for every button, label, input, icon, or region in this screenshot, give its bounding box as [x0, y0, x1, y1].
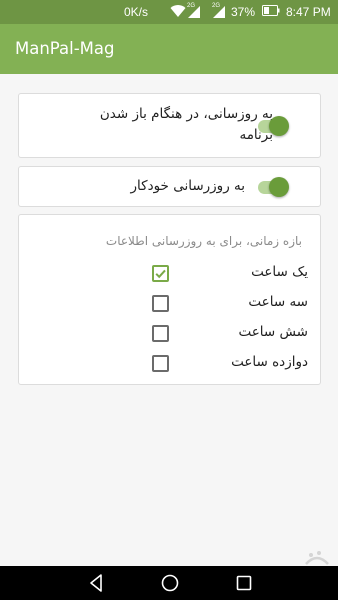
battery-icon [262, 5, 280, 16]
setting-update-on-open[interactable]: به روزسانی، در هنگام باز شدن برنامه [18, 93, 321, 158]
interval-option-label: دوازده ساعت [231, 354, 308, 370]
app-bar: ManPal-Mag [0, 24, 338, 74]
checkbox-checked[interactable] [152, 265, 169, 282]
clock: 8:47 PM [286, 5, 331, 19]
toggle-thumb [269, 116, 289, 136]
interval-option-three-hours[interactable]: سه ساعت [19, 291, 322, 319]
recents-icon[interactable] [234, 572, 254, 598]
checkbox[interactable] [152, 295, 169, 312]
update-interval-card: بازه زمانی، برای به روزرسانی اطلاعات یک … [18, 214, 321, 385]
interval-option-label: یک ساعت [251, 264, 308, 280]
setting-label: به روزرسانی خودکار [130, 178, 245, 194]
status-bar: 0K/s 2G 2G 37% 8:47 PM [0, 0, 338, 24]
toggle-switch[interactable] [256, 177, 289, 197]
toggle-switch[interactable] [256, 116, 289, 136]
setting-label: به روزسانی، در هنگام باز شدن برنامه [99, 106, 273, 143]
interval-option-label: سه ساعت [248, 294, 308, 310]
setting-auto-update[interactable]: به روزرسانی خودکار [18, 166, 321, 207]
toggle-thumb [269, 177, 289, 197]
back-icon[interactable] [86, 572, 106, 598]
interval-option-twelve-hours[interactable]: دوازده ساعت [19, 351, 322, 379]
signal-icon [188, 6, 200, 18]
interval-option-label: شش ساعت [238, 324, 308, 340]
wifi-icon [170, 4, 186, 18]
home-icon[interactable] [159, 572, 181, 598]
checkbox[interactable] [152, 355, 169, 372]
navigation-bar [0, 566, 338, 600]
checkbox[interactable] [152, 325, 169, 342]
signal-icon [213, 6, 225, 18]
battery-percent: 37% [231, 5, 256, 19]
app-title: ManPal-Mag [15, 39, 115, 58]
interval-option-six-hours[interactable]: شش ساعت [19, 321, 322, 349]
interval-option-one-hour[interactable]: یک ساعت [19, 261, 322, 289]
interval-section-title: بازه زمانی، برای به روزرسانی اطلاعات [105, 234, 302, 248]
network-speed: 0K/s [124, 5, 149, 19]
